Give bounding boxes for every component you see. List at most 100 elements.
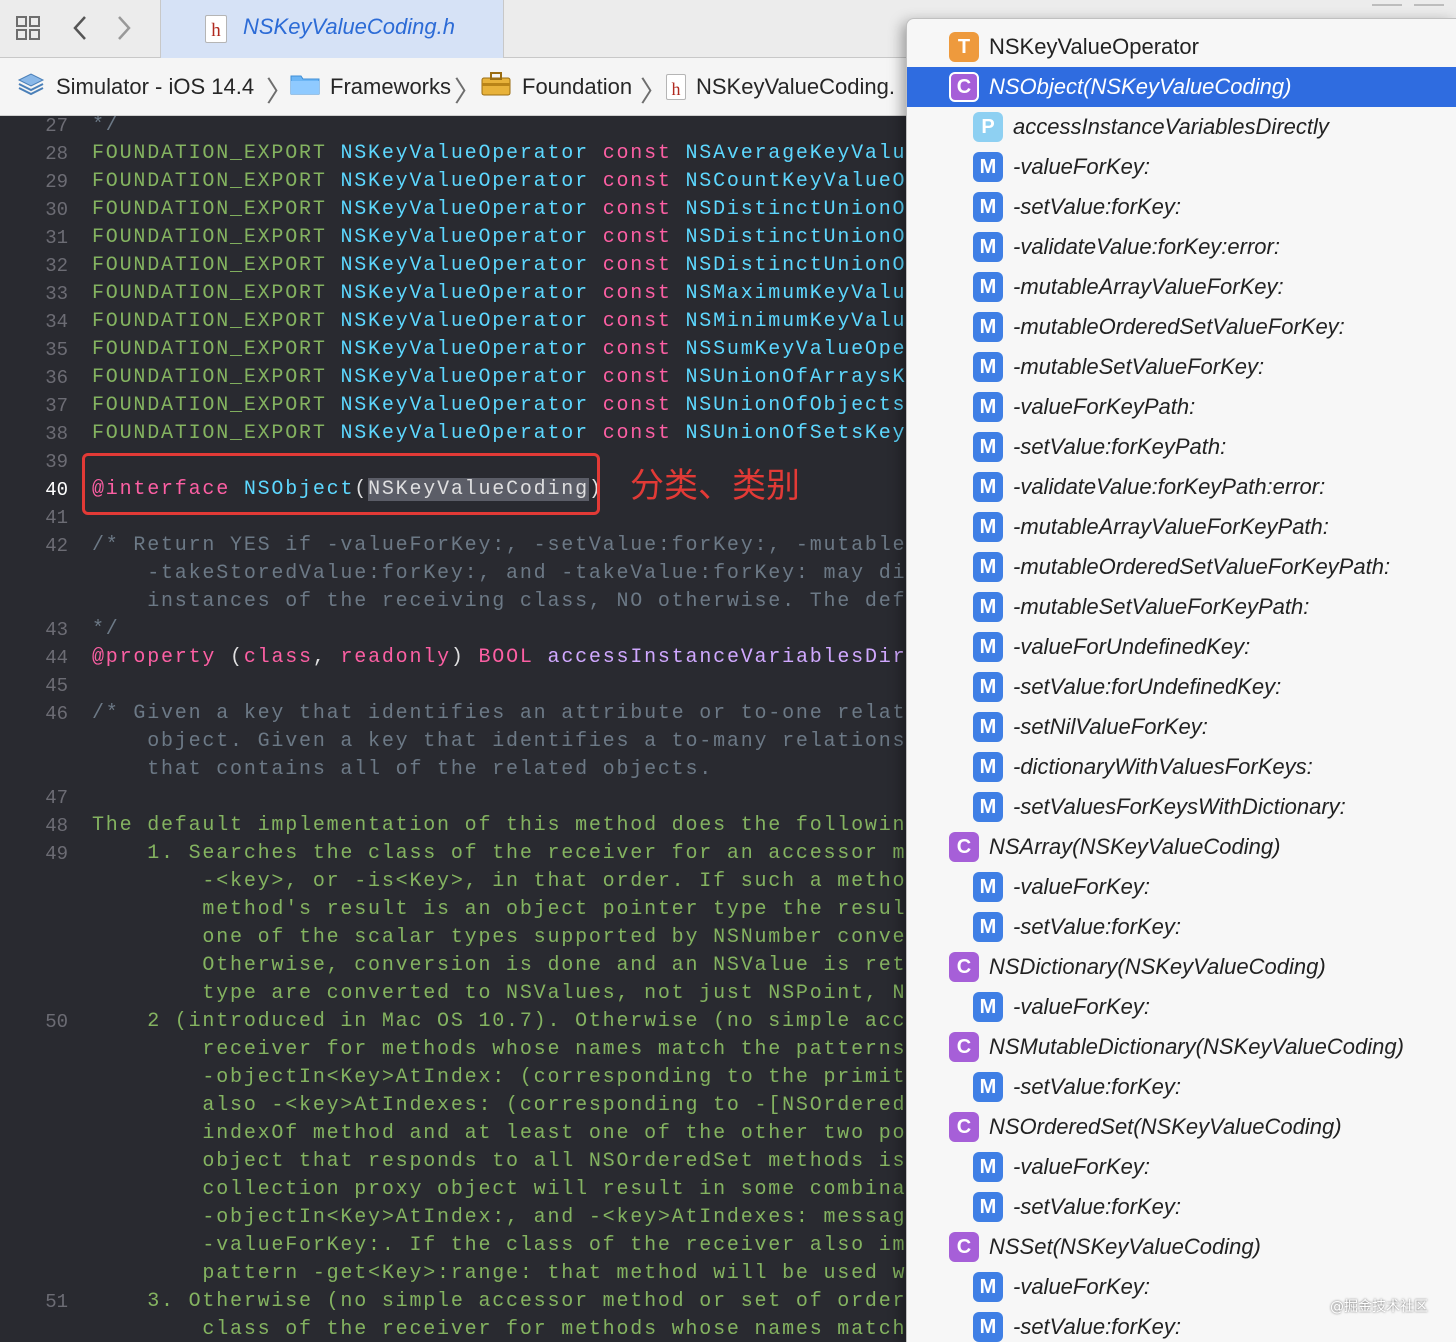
member-item[interactable]: M -valueForUndefinedKey: xyxy=(907,627,1456,667)
line-number: 37 xyxy=(45,395,68,417)
item-label: -valueForUndefinedKey: xyxy=(1013,634,1251,659)
member-item[interactable]: M -valueForKey: xyxy=(907,987,1456,1027)
category-item[interactable]: C NSOrderedSet(NSKeyValueCoding) xyxy=(907,1107,1456,1147)
breadcrumb-file[interactable]: h NSKeyValueCoding. xyxy=(666,58,895,115)
category-badge-icon: C xyxy=(949,1032,979,1062)
line-number: 41 xyxy=(45,507,68,529)
member-item[interactable]: M -setValue:forUndefinedKey: xyxy=(907,667,1456,707)
member-item[interactable]: M -mutableSetValueForKey: xyxy=(907,347,1456,387)
code-token: FOUNDATION_EXPORT xyxy=(92,338,341,361)
code-token: -takeStoredValue:forKey:, and -takeValue… xyxy=(147,562,906,585)
member-item[interactable]: PaccessInstanceVariablesDirectly xyxy=(907,107,1456,147)
member-item[interactable]: M -setValue:forKeyPath: xyxy=(907,427,1456,467)
member-item[interactable]: M -validateValue:forKeyPath:error: xyxy=(907,467,1456,507)
code-token: const xyxy=(602,142,686,165)
chevron-right-icon: 〉 xyxy=(454,76,483,107)
line-number xyxy=(0,588,68,616)
simulator-icon xyxy=(16,71,46,103)
member-item[interactable]: M -setValue:forKey: xyxy=(907,1067,1456,1107)
forward-chevron-icon[interactable] xyxy=(108,12,140,44)
method-badge-icon: M xyxy=(973,1312,1003,1342)
category-item[interactable]: T NSKeyValueOperator xyxy=(907,27,1456,67)
code-line: FOUNDATION_EXPORT NSKeyValueOperator con… xyxy=(92,224,906,252)
code-token: one of the scalar types supported by NSN… xyxy=(202,926,906,949)
member-item[interactable]: M -valueForKey: xyxy=(907,867,1456,907)
line-number xyxy=(0,756,68,784)
member-item[interactable]: M -setValuesForKeysWithDictionary: xyxy=(907,787,1456,827)
member-item[interactable]: M -setValue:forKey: xyxy=(907,907,1456,947)
member-item[interactable]: M -mutableArrayValueForKey: xyxy=(907,267,1456,307)
member-item[interactable]: M -validateValue:forKey:error: xyxy=(907,227,1456,267)
method-badge-icon: M xyxy=(973,152,1003,182)
method-badge-icon: M xyxy=(973,1272,1003,1302)
code-token: 1. Searches the class of the receiver fo… xyxy=(147,842,906,865)
method-badge-icon: M xyxy=(973,872,1003,902)
category-item[interactable]: C NSArray(NSKeyValueCoding) xyxy=(907,827,1456,867)
line-number xyxy=(0,1120,68,1148)
member-item[interactable]: M -dictionaryWithValuesForKeys: xyxy=(907,747,1456,787)
item-label: -setValue:forKey: xyxy=(1013,194,1181,219)
code-token: FOUNDATION_EXPORT xyxy=(92,254,341,277)
watermark: @掘金技术社区 xyxy=(1330,1299,1428,1315)
member-item[interactable]: M -valueForKey: xyxy=(907,147,1456,187)
code-token: const xyxy=(602,226,686,249)
category-item[interactable]: C NSMutableDictionary(NSKeyValueCoding) xyxy=(907,1027,1456,1067)
code-token: NSKeyValueOperator xyxy=(340,282,603,305)
code-token: FOUNDATION_EXPORT xyxy=(92,422,341,445)
code-line: one of the scalar types supported by NSN… xyxy=(92,924,906,952)
tab-label: NSKeyValueCoding.h xyxy=(243,14,455,39)
grid-icon[interactable] xyxy=(12,12,44,44)
code-token: const xyxy=(602,254,686,277)
member-item[interactable]: M -mutableArrayValueForKeyPath: xyxy=(907,507,1456,547)
code-token: accessInstanceVariablesDirectly xyxy=(547,646,906,669)
code-line: */ xyxy=(92,116,120,140)
code-token: ( xyxy=(230,646,244,669)
document-items-popup[interactable]: T NSKeyValueOperator C NSObject(NSKeyValueC… xyxy=(906,18,1456,1342)
item-label: -mutableSetValueForKey: xyxy=(1013,354,1265,379)
breadcrumb: Simulator - iOS 14.4 〉 Frameworks 〉 Foun… xyxy=(0,58,906,116)
line-number: 38 xyxy=(45,423,68,445)
line-number: 50 xyxy=(45,1011,68,1033)
breadcrumb-simulator[interactable]: Simulator - iOS 14.4 xyxy=(16,58,255,115)
tab-nskeyvaluecoding[interactable]: h NSKeyValueCoding.h xyxy=(160,0,504,58)
code-line: -objectIn<Key>AtIndex:, and -<key>AtInde… xyxy=(92,1204,906,1232)
code-token: const xyxy=(602,310,686,333)
line-number xyxy=(0,896,68,924)
category-item[interactable]: C NSObject(NSKeyValueCoding) xyxy=(907,67,1456,107)
code-token: that contains all of the related objects… xyxy=(92,758,714,781)
member-item[interactable]: M -setValue:forKey: xyxy=(907,187,1456,227)
member-item[interactable]: M -mutableOrderedSetValueForKeyPath: xyxy=(907,547,1456,587)
line-number xyxy=(0,924,68,952)
breadcrumb-frameworks[interactable]: Frameworks xyxy=(290,58,451,115)
code-line: @property (class, readonly) BOOL accessI… xyxy=(92,644,906,672)
item-label: -setValue:forKey: xyxy=(1013,1194,1181,1219)
breadcrumb-label: Simulator - iOS 14.4 xyxy=(56,74,255,99)
category-badge-icon: C xyxy=(949,832,979,862)
method-badge-icon: M xyxy=(973,432,1003,462)
line-number: 42 xyxy=(45,535,68,557)
code-editor[interactable]: 27 */ 28 FOUNDATION_EXPORT NSKeyValueOperat… xyxy=(0,116,906,1342)
code-token: NSUnionOfArraysKeyValue xyxy=(685,366,907,389)
code-token: FOUNDATION_EXPORT xyxy=(92,170,341,193)
category-item[interactable]: C NSDictionary(NSKeyValueCoding) xyxy=(907,947,1456,987)
category-badge-icon: C xyxy=(949,72,979,102)
code-line: FOUNDATION_EXPORT NSKeyValueOperator con… xyxy=(92,392,906,420)
code-token: object. Given a key that identifies a to… xyxy=(147,730,906,753)
back-chevron-icon[interactable] xyxy=(64,12,96,44)
member-item[interactable]: M -mutableSetValueForKeyPath: xyxy=(907,587,1456,627)
method-badge-icon: M xyxy=(973,992,1003,1022)
member-item[interactable]: M -valueForKeyPath: xyxy=(907,387,1456,427)
breadcrumb-label: Foundation xyxy=(522,74,633,99)
category-item[interactable]: C NSSet(NSKeyValueCoding) xyxy=(907,1227,1456,1267)
code-token: NSUnionOfSetsKeyValueOp xyxy=(685,422,907,445)
item-label: NSArray(NSKeyValueCoding) xyxy=(989,834,1281,859)
member-item[interactable]: M -setValue:forKey: xyxy=(907,1187,1456,1227)
category-badge-icon: C xyxy=(949,1232,979,1262)
member-item[interactable]: M -mutableOrderedSetValueForKey: xyxy=(907,307,1456,347)
member-item[interactable]: M -valueForKey: xyxy=(907,1147,1456,1187)
code-token: NSMinimumKeyValueOperat xyxy=(685,310,907,333)
code-token: -objectIn<Key>AtIndex:, and -<key>AtInde… xyxy=(202,1206,906,1229)
code-token: class of the receiver for methods whose … xyxy=(202,1318,906,1341)
breadcrumb-foundation[interactable]: Foundation xyxy=(480,58,633,115)
member-item[interactable]: M -setNilValueForKey: xyxy=(907,707,1456,747)
